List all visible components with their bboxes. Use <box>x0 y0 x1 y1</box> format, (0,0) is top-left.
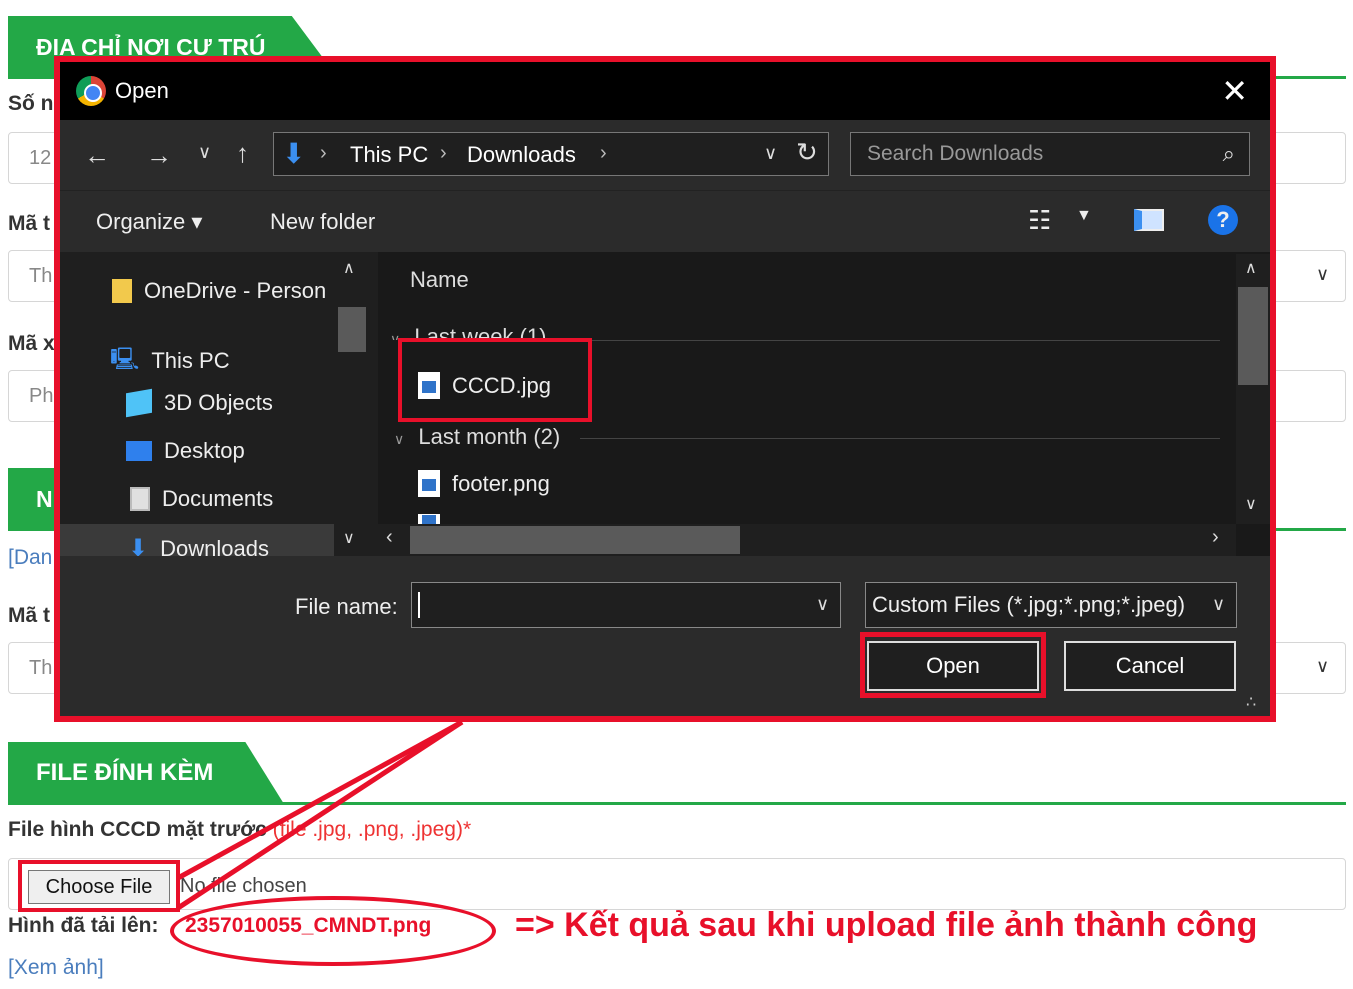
label-so: Số n <box>8 92 54 115</box>
uploaded-label: Hình đã tải lên: <box>8 914 159 937</box>
chevron-down-icon: ∨ <box>1316 264 1330 284</box>
section-divider <box>8 802 1346 805</box>
annotation-dialog-outline <box>54 56 1276 722</box>
result-annotation: => Kết quả sau khi upload file ảnh thành… <box>515 906 1258 944</box>
annotation-uploaded-ellipse <box>170 896 496 966</box>
chevron-down-icon: ∨ <box>1316 656 1330 676</box>
label-ma-xa: Mã x <box>8 332 55 355</box>
section-title: FILE ĐÍNH KÈM <box>36 759 214 786</box>
no-file-text: No file chosen <box>180 875 307 897</box>
annotation-choose-file-box <box>18 860 180 912</box>
section-tab-files: FILE ĐÍNH KÈM <box>8 742 284 804</box>
file-type-hint: (file .jpg, .png, .jpeg)* <box>272 818 472 841</box>
label-ma-tinh: Mã t <box>8 212 50 235</box>
annotation-cccd-box <box>398 338 592 422</box>
label-ma-t2: Mã t <box>8 604 50 627</box>
view-image-link[interactable]: [Xem ảnh] <box>8 956 104 980</box>
file-field-label: File hình CCCD mặt trước (file .jpg, .pn… <box>8 818 472 841</box>
annotation-open-box <box>860 632 1046 698</box>
link-dan[interactable]: [Dan <box>8 546 52 570</box>
